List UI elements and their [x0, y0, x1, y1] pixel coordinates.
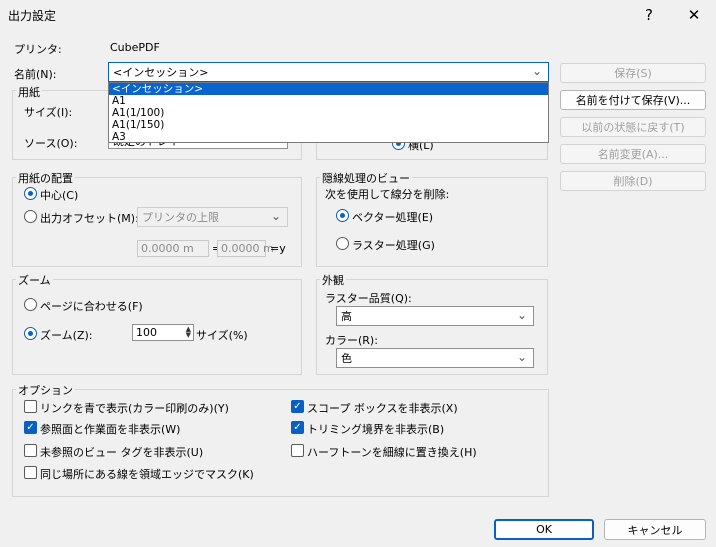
- name-option[interactable]: A1: [109, 95, 548, 107]
- offset-label: 出力オフセット(M):: [40, 212, 139, 225]
- name-combo[interactable]: <インセッション> ⌄: [108, 62, 549, 82]
- paper-size-label: サイズ(I):: [24, 106, 73, 119]
- zoom-title: ズーム: [16, 272, 53, 288]
- hide-crop-checkbox[interactable]: ✓: [291, 421, 304, 434]
- name-label: 名前(N):: [14, 68, 57, 81]
- hidden-line-title: 隠線処理のビュー: [320, 170, 412, 186]
- name-option[interactable]: A3: [109, 131, 548, 143]
- fit-page-radio[interactable]: [24, 298, 37, 311]
- save-button[interactable]: 保存(S): [560, 63, 706, 83]
- offset-y-input[interactable]: 0.0000 m: [217, 240, 274, 257]
- rename-button[interactable]: 名前変更(A)...: [560, 144, 706, 164]
- color-value: 色: [341, 352, 352, 365]
- chevron-down-icon: ⌄: [270, 209, 281, 223]
- raster-quality-value: 高: [341, 310, 352, 323]
- hide-scope-boxes-checkbox[interactable]: ✓: [291, 400, 304, 413]
- zoom-radio[interactable]: [24, 327, 37, 340]
- mask-coincident-label: 同じ場所にある線を領域エッジでマスク(K): [40, 468, 254, 481]
- fit-page-label: ページに合わせる(F): [40, 300, 143, 313]
- chevron-down-icon: ⌄: [531, 64, 542, 78]
- hide-crop-label: トリミング境界を非表示(B): [307, 423, 445, 436]
- center-radio[interactable]: [24, 187, 37, 200]
- paper-group-title: 用紙: [16, 84, 42, 100]
- check-icon: ✓: [293, 421, 302, 433]
- save-as-button[interactable]: 名前を付けて保存(V)...: [560, 90, 706, 110]
- hide-unref-tags-checkbox[interactable]: [24, 444, 37, 457]
- offset-from-combo[interactable]: プリンタの上限 ⌄: [137, 207, 288, 227]
- color-combo[interactable]: 色 ⌄: [336, 348, 534, 368]
- blue-links-label: リンクを青で表示(カラー印刷のみ)(Y): [40, 402, 229, 415]
- vector-label: ベクター処理(E): [352, 211, 434, 224]
- name-option[interactable]: A1(1/150): [109, 119, 548, 131]
- color-label: カラー(R):: [325, 334, 378, 347]
- check-icon: ✓: [26, 421, 35, 433]
- blue-links-checkbox[interactable]: [24, 400, 37, 413]
- chevron-down-icon: ⌄: [516, 350, 527, 364]
- name-option[interactable]: <インセッション>: [109, 83, 548, 95]
- help-button[interactable]: ?: [631, 0, 667, 30]
- ok-button[interactable]: OK: [494, 519, 594, 540]
- center-label: 中心(C): [40, 189, 79, 202]
- zoom-value-input[interactable]: 100 ▲ ▼: [132, 324, 194, 341]
- cancel-button[interactable]: キャンセル: [604, 519, 706, 540]
- zoom-label: ズーム(Z):: [40, 329, 93, 342]
- check-icon: ✓: [293, 400, 302, 412]
- hide-ref-planes-checkbox[interactable]: ✓: [24, 421, 37, 434]
- paper-placement-title: 用紙の配置: [16, 170, 75, 186]
- halftone-thin-label: ハーフトーンを細線に置き換え(H): [307, 446, 477, 459]
- offset-x-input[interactable]: 0.0000 m: [137, 240, 209, 257]
- raster-label: ラスター処理(G): [352, 239, 435, 252]
- raster-radio[interactable]: [336, 237, 349, 250]
- halftone-thin-checkbox[interactable]: [291, 444, 304, 457]
- dialog-title: 出力設定: [8, 9, 57, 23]
- revert-button[interactable]: 以前の状態に戻す(T): [560, 117, 706, 137]
- offset-y-suffix: =y: [270, 242, 286, 255]
- zoom-value: 100: [136, 326, 157, 339]
- name-option[interactable]: A1(1/100): [109, 107, 548, 119]
- printer-value: CubePDF: [110, 41, 160, 54]
- name-dropdown-list: <インセッション> A1 A1(1/100) A1(1/150) A3: [108, 82, 549, 143]
- spinner-icon[interactable]: ▲ ▼: [186, 326, 191, 339]
- zoom-suffix: サイズ(%): [196, 329, 248, 342]
- offset-from-value: プリンタの上限: [142, 211, 219, 224]
- raster-quality-combo[interactable]: 高 ⌄: [336, 306, 534, 326]
- name-combo-value: <インセッション>: [113, 66, 209, 79]
- hidden-line-subtitle: 次を使用して線分を削除:: [325, 188, 450, 201]
- paper-source-label: ソース(O):: [24, 137, 78, 150]
- appearance-title: 外観: [320, 272, 346, 288]
- delete-button[interactable]: 削除(D): [560, 171, 706, 191]
- hide-unref-tags-label: 未参照のビュー タグを非表示(U): [40, 446, 204, 459]
- raster-quality-label: ラスター品質(Q):: [325, 292, 412, 305]
- hide-ref-planes-label: 参照面と作業面を非表示(W): [40, 423, 181, 436]
- printer-label: プリンタ:: [14, 43, 62, 56]
- vector-radio[interactable]: [336, 209, 349, 222]
- chevron-down-icon: ⌄: [516, 308, 527, 322]
- mask-coincident-checkbox[interactable]: [24, 466, 37, 479]
- options-title: オプション: [16, 382, 75, 398]
- close-button[interactable]: ✕: [676, 0, 712, 30]
- offset-radio[interactable]: [24, 210, 37, 223]
- hide-scope-boxes-label: スコープ ボックスを非表示(X): [307, 402, 458, 415]
